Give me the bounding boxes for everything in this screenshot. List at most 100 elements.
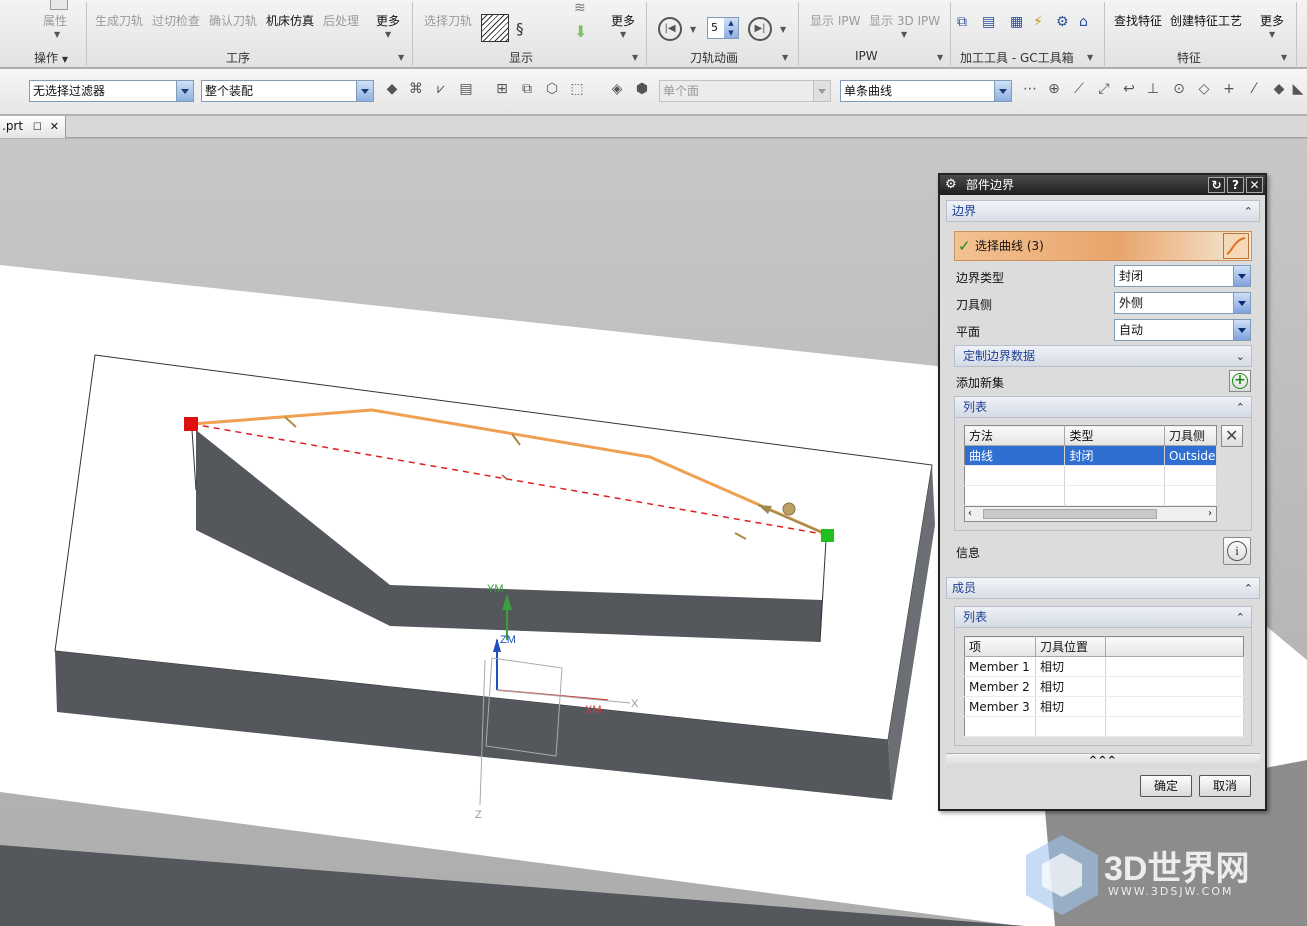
gc-tool-6-icon[interactable]: ⌂	[1079, 14, 1097, 30]
gc-tool-4-icon[interactable]: ⚡	[1033, 14, 1051, 30]
feature-more-button[interactable]: 更多	[1260, 12, 1284, 29]
chevron-down-icon[interactable]	[994, 81, 1011, 101]
assembly-scope-combo[interactable]: 整个装配	[201, 80, 374, 102]
feature-more-dropdown-icon[interactable]: ▼	[1269, 30, 1275, 39]
tool-side-select[interactable]: 外侧	[1114, 292, 1251, 314]
column-header[interactable]: 刀具侧	[1164, 425, 1217, 446]
show-ipw-button[interactable]: 显示 IPW	[810, 12, 860, 29]
plane-select[interactable]: 自动	[1114, 319, 1251, 341]
show-3d-ipw-dropdown-icon[interactable]: ▼	[901, 30, 907, 39]
members-table[interactable]: 项 刀具位置 Member 1 相切 Member 2 相切 Member 3 …	[964, 636, 1244, 737]
select-feature-icon[interactable]: ⌘	[407, 80, 425, 98]
section-boundary[interactable]: 边界 ⌃	[946, 200, 1260, 222]
scroll-thumb[interactable]	[983, 509, 1157, 519]
postprocess-button[interactable]: 后处理	[323, 12, 359, 29]
snap-existing-icon[interactable]: +	[1220, 80, 1238, 98]
close-icon[interactable]: ✕	[50, 120, 59, 133]
members-list-section[interactable]: 列表 ⌃	[954, 606, 1252, 628]
select-face-icon[interactable]: ⬡	[543, 80, 561, 98]
gc-group-expand-icon[interactable]: ▼	[1087, 53, 1093, 62]
attribute-button[interactable]: 属性	[43, 12, 67, 29]
gouge-check-button[interactable]: 过切检查	[152, 12, 200, 29]
snap-quadrant-icon[interactable]: ◇	[1195, 80, 1213, 98]
snap-point-icon[interactable]: ⊕	[1045, 80, 1063, 98]
generate-toolpath-button[interactable]: 生成刀轨	[95, 12, 143, 29]
feature-group-expand-icon[interactable]: ▼	[1281, 53, 1287, 62]
select-toolpath-button[interactable]: 选择刀轨	[424, 12, 472, 29]
dialog-titlebar[interactable]: ⚙ 部件边界 ↻ ? ✕	[940, 175, 1265, 195]
table-row[interactable]: 曲线 封闭 Outside	[964, 445, 1218, 466]
toolpath-display-icon[interactable]	[481, 14, 509, 42]
more-options-icon[interactable]: ⋯	[1021, 80, 1039, 98]
chevron-up-icon[interactable]: ⌃	[1236, 398, 1245, 418]
machine-simulation-button[interactable]: 机床仿真	[266, 12, 314, 29]
snap-face-icon[interactable]: ◆	[1270, 80, 1288, 98]
scroll-left-icon[interactable]: ‹	[968, 508, 972, 519]
display-more-button[interactable]: 更多	[611, 12, 635, 29]
snap-endpoint-icon[interactable]: ⟋	[1070, 80, 1088, 98]
chevron-down-icon[interactable]	[1233, 293, 1250, 313]
gc-tool-1-icon[interactable]: ⧉	[957, 14, 975, 30]
list-section[interactable]: 列表 ⌃	[954, 396, 1252, 418]
chevron-down-icon[interactable]	[1233, 320, 1250, 340]
animation-group-expand-icon[interactable]: ▼	[782, 53, 788, 62]
gc-tool-5-icon[interactable]: ⚙	[1056, 14, 1074, 30]
column-header[interactable]: 类型	[1064, 425, 1165, 446]
process-more-dropdown-icon[interactable]: ▼	[385, 30, 391, 39]
column-header[interactable]: 项	[964, 636, 1036, 657]
select-body-icon[interactable]: ◆	[383, 80, 401, 98]
spinner-arrows-icon[interactable]: ▲ ▼	[724, 18, 738, 38]
filter-icon[interactable]: ⩗	[432, 80, 450, 98]
attribute-dropdown-icon[interactable]: ▼	[54, 30, 60, 39]
snap-bounded-icon[interactable]: ◣	[1289, 80, 1307, 98]
boundary-type-select[interactable]: 封闭	[1114, 265, 1251, 287]
column-header[interactable]: 方法	[964, 425, 1066, 446]
display-more-dropdown-icon[interactable]: ▼	[620, 30, 626, 39]
forward-dropdown-icon[interactable]: ▼	[780, 25, 786, 34]
select-region-icon[interactable]: ◈	[608, 80, 626, 98]
remove-set-button[interactable]: ✕	[1221, 425, 1243, 447]
select-edge-icon[interactable]: ⬚	[568, 80, 586, 98]
process-more-button[interactable]: 更多	[376, 12, 400, 29]
selection-filter-combo[interactable]: 无选择过滤器	[29, 80, 194, 102]
chevron-up-icon[interactable]: ⌃	[1236, 608, 1245, 628]
collapse-more-icon[interactable]: ^^^	[946, 753, 1260, 767]
type-filter-icon[interactable]: ▤	[457, 80, 475, 98]
curve-select-icon[interactable]	[1223, 233, 1249, 259]
select-component-icon[interactable]: ⧉	[518, 80, 536, 98]
arrow-down-icon[interactable]: ⬇	[574, 22, 590, 41]
scroll-right-icon[interactable]: ›	[1208, 508, 1212, 519]
table-row[interactable]: Member 1 相切	[964, 656, 1244, 677]
table-row[interactable]: Member 2 相切	[964, 676, 1244, 697]
custom-boundary-data-section[interactable]: 定制边界数据 ⌄	[954, 345, 1252, 367]
horizontal-scrollbar[interactable]: ‹ ›	[964, 506, 1217, 522]
snap-control-icon[interactable]: ↩	[1120, 80, 1138, 98]
process-group-expand-icon[interactable]: ▼	[398, 53, 404, 62]
tab-document[interactable]: .prt ☐ ✕	[0, 116, 66, 138]
show-3d-ipw-button[interactable]: 显示 3D IPW	[869, 12, 940, 29]
verify-toolpath-button[interactable]: 确认刀轨	[209, 12, 257, 29]
curve-rule-combo[interactable]: 单条曲线	[840, 80, 1012, 102]
ipw-group-expand-icon[interactable]: ▼	[937, 53, 943, 62]
column-header[interactable]: 刀具位置	[1035, 636, 1106, 657]
select-solid-icon[interactable]: ⬢	[633, 80, 651, 98]
reset-icon[interactable]: ↻	[1208, 177, 1225, 193]
find-feature-button[interactable]: 查找特征	[1114, 12, 1162, 29]
chevron-down-icon[interactable]	[356, 81, 373, 101]
forward-icon[interactable]: ▶|	[748, 17, 772, 41]
ok-button[interactable]: 确定	[1140, 775, 1192, 797]
snap-center-icon[interactable]: ⊙	[1170, 80, 1188, 98]
start-marker[interactable]	[184, 417, 198, 431]
gc-tool-2-icon[interactable]: ▤	[982, 14, 1000, 30]
close-icon[interactable]: ✕	[1246, 177, 1263, 193]
toolpath-list-icon[interactable]: §	[516, 18, 536, 40]
snap-midpoint-icon[interactable]: ⤢	[1095, 80, 1113, 98]
table-row[interactable]: Member 3 相切	[964, 696, 1244, 717]
end-marker[interactable]	[821, 529, 834, 542]
cancel-button[interactable]: 取消	[1199, 775, 1251, 797]
boundary-set-table[interactable]: 方法 类型 刀具侧 曲线 封闭 Outside	[964, 425, 1218, 506]
chevron-down-icon[interactable]	[1233, 266, 1250, 286]
snap-on-curve-icon[interactable]: ⁄	[1245, 80, 1263, 98]
gc-tool-3-icon[interactable]: ▦	[1010, 14, 1028, 30]
layer-icon[interactable]: ≋	[574, 0, 590, 16]
